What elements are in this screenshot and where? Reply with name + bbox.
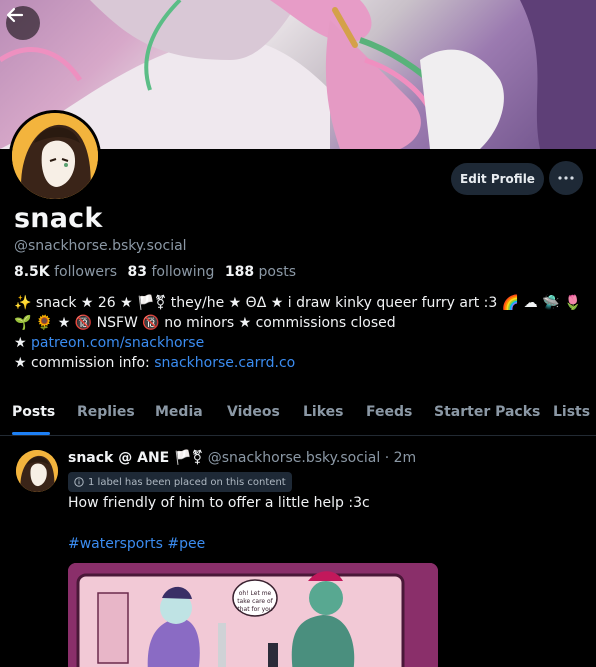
post-author-handle[interactable]: @snackhorse.bsky.social bbox=[208, 450, 381, 466]
more-options-button[interactable] bbox=[549, 161, 583, 195]
posts-stat: 188 posts bbox=[225, 264, 296, 280]
post-image-artwork: oh! Let me take care of that for you bbox=[68, 563, 438, 667]
tab-replies[interactable]: Replies bbox=[77, 404, 135, 420]
profile-avatar[interactable] bbox=[9, 110, 101, 202]
tab-posts[interactable]: Posts bbox=[12, 404, 55, 420]
post-header: snack @ ANE 🏳️⚧ @snackhorse.bsky.social … bbox=[68, 450, 416, 466]
feed-post[interactable]: snack @ ANE 🏳️⚧ @snackhorse.bsky.social … bbox=[0, 437, 596, 667]
commission-info-label: ★ commission info: bbox=[14, 355, 155, 371]
following-count: 83 bbox=[127, 264, 147, 280]
post-image[interactable]: oh! Let me take care of that for you bbox=[68, 563, 438, 667]
post-hashtags[interactable]: #watersports #pee bbox=[68, 536, 205, 552]
patreon-link[interactable]: patreon.com/snackhorse bbox=[31, 335, 204, 351]
bio-line-1: ✨ snack ★ 26 ★ 🏳️⚧ they/he ★ ΘΔ ★ i draw… bbox=[14, 295, 582, 311]
profile-handle: @snackhorse.bsky.social bbox=[14, 238, 187, 254]
edit-profile-button[interactable]: Edit Profile bbox=[451, 163, 544, 195]
post-text: How friendly of him to offer a little he… bbox=[68, 495, 370, 511]
profile-stats: 8.5K followers 83 following 188 posts bbox=[14, 264, 296, 280]
back-button[interactable] bbox=[6, 6, 40, 40]
tab-feeds[interactable]: Feeds bbox=[366, 404, 412, 420]
post-separator: · bbox=[380, 450, 394, 466]
post-avatar-image bbox=[16, 450, 58, 492]
bio-line-4: ★ commission info: snackhorse.carrd.co bbox=[14, 353, 584, 373]
tab-likes[interactable]: Likes bbox=[303, 404, 343, 420]
profile-bio: ✨ snack ★ 26 ★ 🏳️⚧ they/he ★ ΘΔ ★ i draw… bbox=[14, 293, 584, 373]
post-author-avatar[interactable] bbox=[16, 450, 58, 492]
bio-line-2: 🌱 🌻 ★ 🔞 NSFW 🔞 no minors ★ commissions c… bbox=[14, 315, 396, 331]
display-name: snack bbox=[14, 203, 103, 234]
followers-link[interactable]: 8.5K followers bbox=[14, 264, 117, 280]
posts-label: posts bbox=[258, 264, 297, 280]
arrow-left-icon bbox=[6, 7, 24, 23]
svg-text:take care of: take care of bbox=[237, 598, 273, 605]
posts-count: 188 bbox=[224, 264, 255, 280]
post-author-name[interactable]: snack @ ANE 🏳️⚧ bbox=[68, 450, 203, 466]
tab-starter-packs[interactable]: Starter Packs bbox=[434, 404, 540, 420]
info-icon bbox=[74, 477, 84, 487]
avatar-image bbox=[12, 113, 98, 199]
svg-text:that for you: that for you bbox=[237, 606, 272, 613]
followers-count: 8.5K bbox=[14, 264, 50, 280]
bio-star: ★ bbox=[14, 335, 32, 351]
tab-media[interactable]: Media bbox=[155, 404, 203, 420]
followers-label: followers bbox=[54, 264, 118, 280]
label-notice-text: 1 label has been placed on this content bbox=[88, 476, 286, 488]
following-label: following bbox=[151, 264, 215, 280]
active-tab-indicator bbox=[12, 432, 50, 435]
tab-videos[interactable]: Videos bbox=[227, 404, 280, 420]
svg-text:oh! Let me: oh! Let me bbox=[239, 590, 272, 597]
content-label-notice[interactable]: 1 label has been placed on this content bbox=[68, 472, 292, 492]
profile-tabs: Posts Replies Media Videos Likes Feeds S… bbox=[0, 398, 596, 436]
following-link[interactable]: 83 following bbox=[128, 264, 215, 280]
bio-line-3: ★ patreon.com/snackhorse bbox=[14, 333, 584, 353]
ellipsis-icon bbox=[558, 176, 574, 180]
post-timestamp[interactable]: 2m bbox=[394, 450, 417, 466]
carrd-link[interactable]: snackhorse.carrd.co bbox=[154, 355, 295, 371]
tab-lists[interactable]: Lists bbox=[553, 404, 590, 420]
